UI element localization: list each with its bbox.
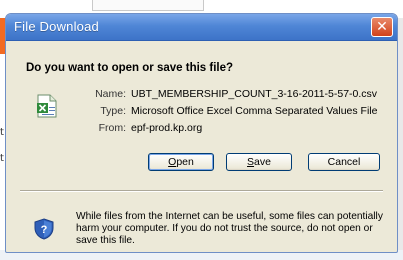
save-button-suffix: ave: [254, 156, 271, 168]
file-download-dialog: File Download ✕ Do you want to open or s…: [5, 13, 398, 253]
file-source-value: epf-prod.kp.org: [131, 122, 203, 134]
file-type-value: Microsoft Office Excel Comma Separated V…: [131, 105, 378, 117]
cancel-button[interactable]: Cancel: [308, 153, 380, 171]
name-label: Name:: [95, 88, 126, 100]
dialog-title: File Download: [14, 19, 99, 34]
open-button[interactable]: Open: [148, 153, 214, 171]
excel-csv-file-icon: [37, 94, 57, 118]
dialog-titlebar[interactable]: File Download ✕: [6, 14, 397, 41]
open-button-suffix: pen: [176, 156, 194, 168]
svg-text:?: ?: [41, 224, 48, 236]
close-button[interactable]: ✕: [371, 17, 393, 37]
save-button-accel: S: [247, 156, 255, 168]
security-warning-text: While files from the Internet can be use…: [76, 211, 383, 246]
dialog-separator: [20, 190, 383, 192]
background-document-fragment: [92, 0, 204, 11]
name-label-row: Name:: [68, 88, 126, 102]
file-name-value: UBT_MEMBERSHIP_COUNT_3-16-2011-5-57-0.cs…: [131, 88, 378, 100]
shield-question-icon: ?: [34, 218, 54, 240]
type-label: Type:: [100, 105, 126, 117]
dialog-heading: Do you want to open or save this file?: [26, 62, 234, 74]
from-label: From:: [98, 122, 126, 134]
type-label-row: Type:: [68, 105, 126, 119]
close-icon: ✕: [376, 19, 388, 35]
save-button[interactable]: Save: [226, 153, 292, 171]
from-label-row: From:: [68, 122, 126, 136]
